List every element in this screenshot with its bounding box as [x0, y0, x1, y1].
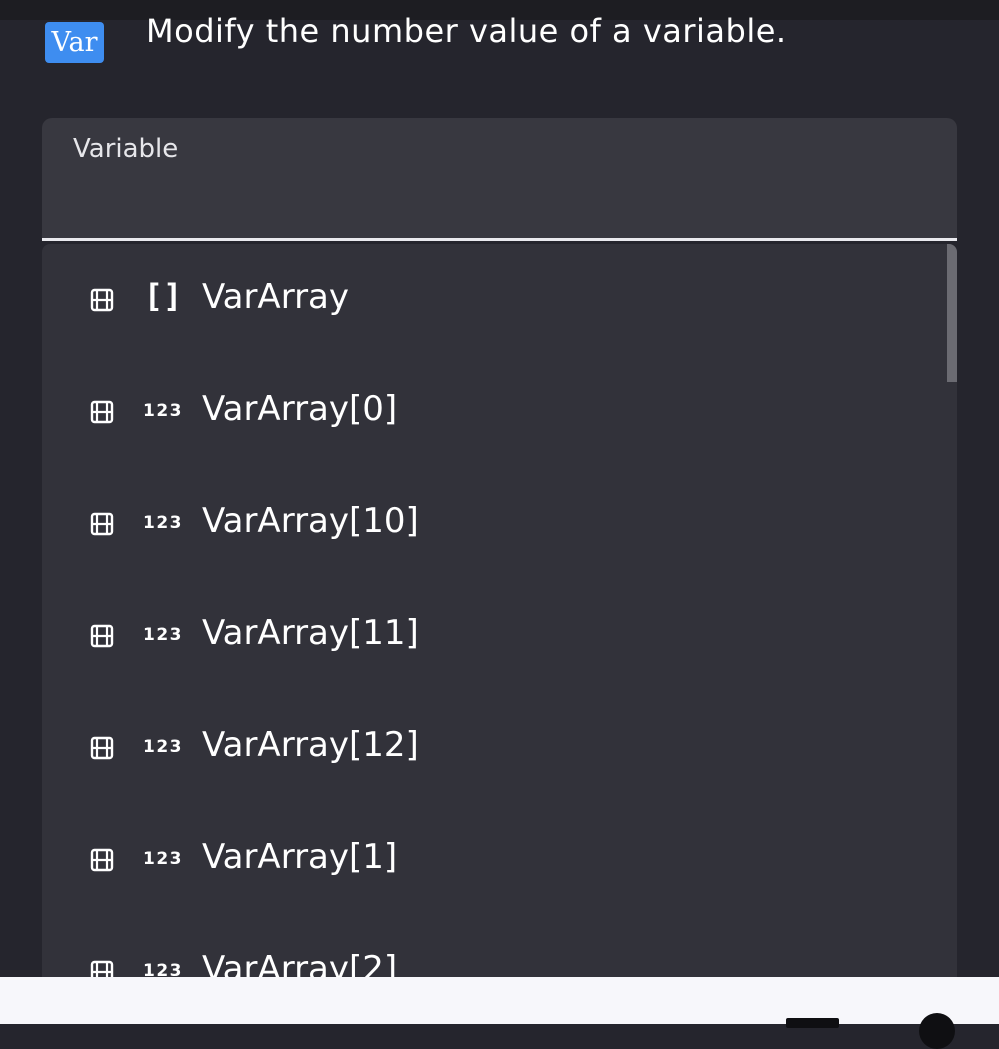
table-grid-icon: [90, 848, 114, 872]
dropdown-item-label: VarArray[1]: [202, 837, 398, 877]
system-navigation-bar: [0, 977, 999, 1049]
table-grid-icon: [90, 288, 114, 312]
table-grid-icon: [90, 960, 114, 977]
home-icon[interactable]: [919, 1013, 955, 1049]
field-underline: [42, 238, 957, 241]
number-type-icon: 123: [143, 513, 183, 533]
dropdown-item-label: VarArray[0]: [202, 389, 398, 429]
dropdown-item-label: VarArray[11]: [202, 613, 419, 653]
dropdown-item[interactable]: [] VarArray: [42, 244, 957, 356]
dropdown-scrollbar[interactable]: [947, 244, 957, 977]
dropdown-item[interactable]: 123 VarArray[12]: [42, 692, 957, 804]
number-type-icon: 123: [143, 401, 183, 421]
dropdown-item-label: VarArray[12]: [202, 725, 419, 765]
number-type-icon: 123: [143, 849, 183, 869]
dropdown-item-label: VarArray: [202, 277, 350, 317]
number-type-icon: 123: [143, 737, 183, 757]
array-brackets-icon: []: [143, 277, 183, 315]
var-badge-icon: Var: [45, 22, 104, 63]
table-grid-icon: [90, 512, 114, 536]
dropdown-item[interactable]: 123 VarArray[1]: [42, 804, 957, 916]
action-header: Var Modify the number value of a variabl…: [0, 0, 999, 100]
number-type-icon: 123: [143, 625, 183, 645]
variable-field-label: Variable: [73, 134, 179, 164]
number-type-icon: 123: [143, 961, 183, 977]
dropdown-item-label: VarArray[10]: [202, 501, 419, 541]
table-grid-icon: [90, 400, 114, 424]
dropdown-item[interactable]: 123 VarArray[2]: [42, 916, 957, 977]
variable-dropdown-list[interactable]: [] VarArray 123 VarArray[0] 123 VarArray[10] 1…: [42, 244, 957, 977]
action-description: Modify the number value of a variable.: [146, 12, 787, 50]
table-grid-icon: [90, 624, 114, 648]
recent-apps-icon[interactable]: [786, 1018, 839, 1028]
dropdown-item-label: VarArray[2]: [202, 949, 398, 977]
dropdown-item[interactable]: 123 VarArray[10]: [42, 468, 957, 580]
dropdown-item[interactable]: 123 VarArray[11]: [42, 580, 957, 692]
variable-field[interactable]: Variable: [42, 118, 957, 241]
table-grid-icon: [90, 736, 114, 760]
dropdown-item[interactable]: 123 VarArray[0]: [42, 356, 957, 468]
scrollbar-thumb[interactable]: [947, 244, 957, 382]
